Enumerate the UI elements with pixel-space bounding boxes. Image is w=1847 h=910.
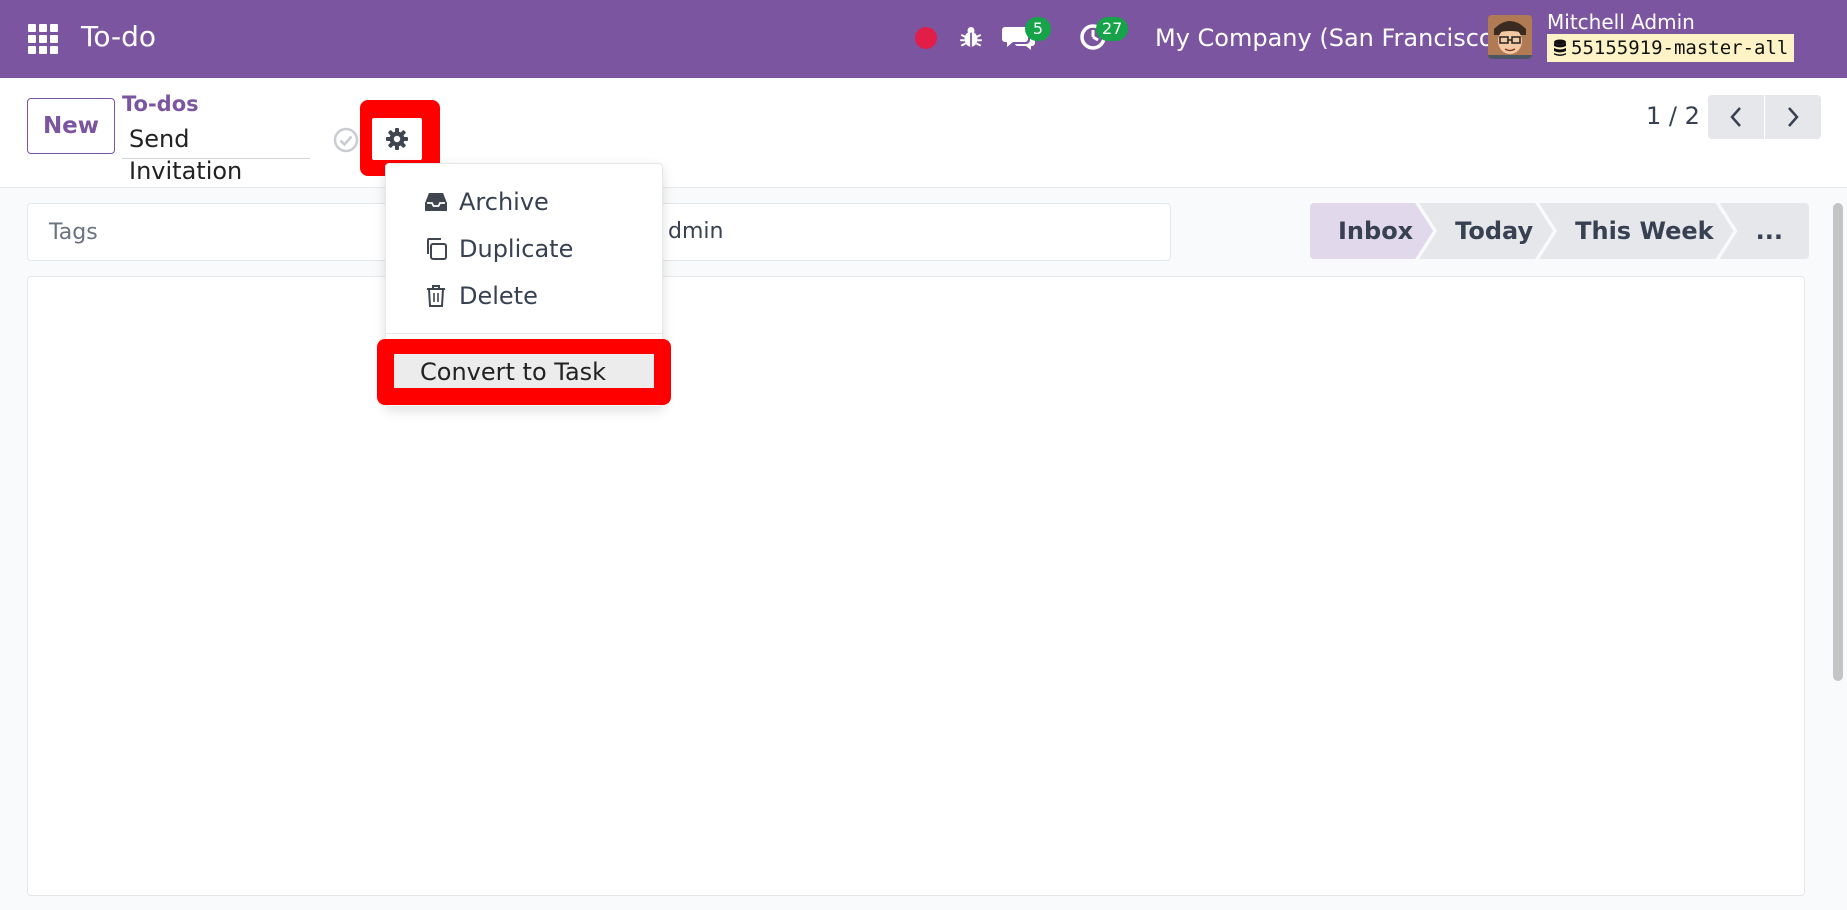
delete-menu-item[interactable]: Delete xyxy=(423,278,538,314)
stage-inbox[interactable]: Inbox xyxy=(1310,203,1433,259)
database-tag: 55155919-master-all xyxy=(1547,34,1795,62)
chevron-right-icon xyxy=(1788,107,1799,127)
activity-count-badge: 27 xyxy=(1096,17,1129,41)
company-switcher[interactable]: My Company (San Francisco) xyxy=(1155,24,1503,52)
archive-label: Archive xyxy=(459,188,549,216)
actions-gear-button[interactable] xyxy=(372,118,422,160)
stage-today[interactable]: Today xyxy=(1419,203,1553,259)
apps-menu-icon[interactable] xyxy=(28,24,60,54)
pager-next-button[interactable] xyxy=(1765,95,1821,139)
duplicate-copy-icon xyxy=(427,238,447,260)
messages-count-badge: 5 xyxy=(1025,17,1051,41)
database-icon xyxy=(1554,39,1566,56)
database-name: 55155919-master-all xyxy=(1571,37,1789,59)
archive-menu-item[interactable]: Archive xyxy=(423,184,549,220)
new-button[interactable]: New xyxy=(27,98,115,154)
user-avatar[interactable] xyxy=(1488,15,1532,59)
control-panel: New To-dos Send Invitation 1 / 2 xyxy=(0,78,1847,188)
pager-previous-button[interactable] xyxy=(1708,95,1764,139)
gear-icon xyxy=(386,128,408,150)
pager-value[interactable]: 1 / 2 xyxy=(1646,102,1700,130)
top-navbar: To-do 5 27 My Company (San Francisco) Mi… xyxy=(0,0,1847,78)
delete-label: Delete xyxy=(459,282,538,310)
scrollbar[interactable] xyxy=(1833,203,1843,681)
trash-icon xyxy=(427,285,445,307)
app-title[interactable]: To-do xyxy=(81,20,156,53)
convert-to-task-menu-item[interactable]: Convert to Task xyxy=(394,354,654,388)
recording-icon[interactable] xyxy=(915,27,937,49)
record-name-field[interactable]: Send Invitation xyxy=(122,123,310,185)
assignee-field[interactable]: dmin xyxy=(668,219,723,244)
debug-bug-icon[interactable] xyxy=(958,24,984,50)
menu-divider xyxy=(386,333,664,334)
stage-statusbar: Inbox Today This Week ... xyxy=(1310,203,1809,259)
duplicate-menu-item[interactable]: Duplicate xyxy=(423,231,573,267)
mark-done-icon[interactable] xyxy=(332,126,360,154)
tags-input[interactable]: Tags xyxy=(49,220,98,245)
breadcrumb-todos-link[interactable]: To-dos xyxy=(122,92,199,116)
stage-this-week[interactable]: This Week xyxy=(1539,203,1733,259)
description-editor[interactable] xyxy=(27,276,1805,896)
duplicate-label: Duplicate xyxy=(459,235,574,263)
chevron-left-icon xyxy=(1730,107,1741,127)
user-name[interactable]: Mitchell Admin xyxy=(1547,10,1695,34)
archive-inbox-icon xyxy=(425,193,447,211)
